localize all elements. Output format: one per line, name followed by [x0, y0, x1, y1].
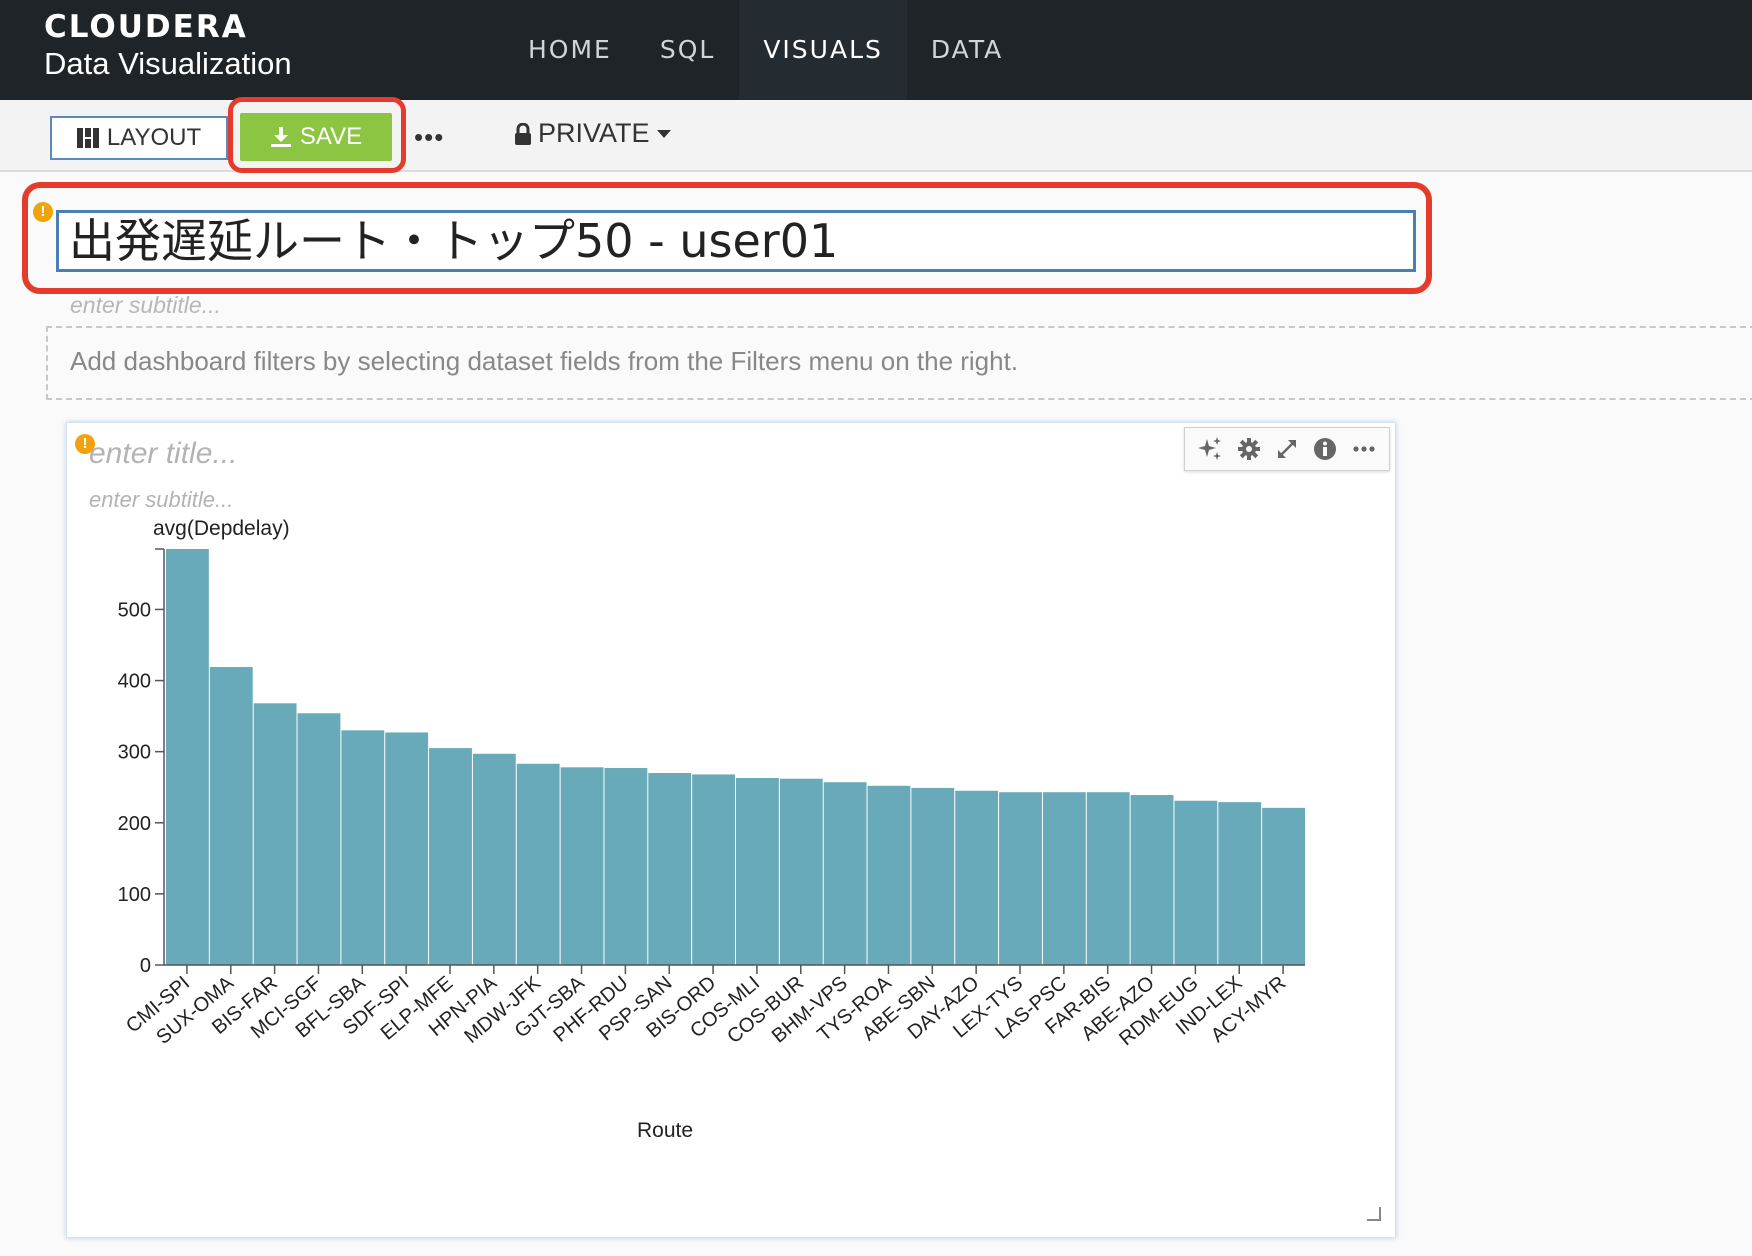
bar-gjt-sba [560, 767, 604, 965]
bar-bhm-vps [823, 782, 867, 965]
bar-lex-tys [999, 792, 1042, 965]
title-highlight-annotation [22, 182, 1432, 294]
sparkle-icon[interactable] [1196, 435, 1224, 463]
y-axis-label: avg(Depdelay) [153, 517, 290, 540]
bar-tys-roa [867, 785, 911, 965]
bar-mdw-jfk [516, 763, 560, 965]
bar-rdm-eug [1174, 800, 1218, 965]
bar-cos-bur [779, 778, 823, 965]
bar-acy-myr [1262, 807, 1305, 965]
product-name: Data Visualization [44, 46, 292, 81]
layout-button-label: LAYOUT [106, 124, 202, 151]
bar-las-psc [1042, 792, 1086, 965]
bar-phf-rdu [604, 768, 648, 965]
lock-icon [515, 122, 531, 145]
caret-down-icon [656, 129, 671, 138]
bar-bfl-sba [341, 730, 385, 965]
gear-icon[interactable] [1235, 435, 1263, 463]
bar-bis-ord [692, 774, 735, 965]
bar-abe-sbn [911, 787, 955, 965]
y-tick-label: 100 [118, 884, 151, 906]
save-highlight-annotation [228, 97, 406, 173]
y-tick-label: 400 [118, 671, 151, 693]
layout-button[interactable]: LAYOUT [50, 116, 228, 160]
resize-handle[interactable] [1367, 1207, 1381, 1221]
tab-data[interactable]: DATA [907, 0, 1027, 100]
bar-sux-oma [209, 667, 253, 965]
dashboard-subtitle-input[interactable]: enter subtitle... [70, 292, 221, 319]
filters-drop-zone[interactable]: Add dashboard filters by selecting datas… [46, 326, 1752, 400]
bar-far-bis [1086, 792, 1130, 965]
brand[interactable]: CLOUDERA Data Visualization [44, 10, 292, 82]
bar-ind-lex [1218, 802, 1262, 965]
bar-cmi-spi [166, 549, 209, 965]
bar-sdf-spi [385, 732, 429, 965]
y-tick-label: 200 [118, 813, 151, 835]
bar-elp-mfe [429, 748, 472, 965]
x-axis-label: Route [637, 1119, 693, 1142]
top-nav-bar: CLOUDERA Data Visualization HOME SQL VIS… [0, 0, 1752, 106]
layout-icon [76, 128, 99, 148]
tab-home[interactable]: HOME [504, 0, 636, 100]
tab-sql[interactable]: SQL [636, 0, 739, 100]
bar-cos-mli [736, 777, 779, 965]
visual-toolbar [1184, 427, 1390, 471]
y-tick-label: 500 [118, 599, 151, 621]
toolbar-more-button[interactable]: ••• [414, 122, 444, 153]
expand-icon[interactable] [1273, 435, 1301, 463]
visual-card[interactable]: ! enter title... enter subtitle... avg(D… [66, 422, 1396, 1238]
main-nav: HOME SQL VISUALS DATA [504, 0, 1027, 106]
y-tick-label: 0 [140, 955, 151, 977]
bar-bis-far [253, 703, 297, 965]
y-tick-label: 300 [118, 742, 151, 764]
bar-psp-san [648, 773, 692, 965]
tab-visuals[interactable]: VISUALS [739, 0, 907, 106]
bar-hpn-pia [472, 753, 516, 965]
more-icon[interactable] [1350, 435, 1378, 463]
cloudera-logo: CLOUDERA [44, 9, 248, 45]
privacy-label: PRIVATE [538, 118, 650, 148]
filters-hint: Add dashboard filters by selecting datas… [70, 346, 1019, 376]
bar-day-azo [955, 790, 999, 965]
visual-title-input[interactable]: enter title... [89, 437, 237, 471]
bar-chart: avg(Depdelay)0100200300400500CMI-SPISUX-… [118, 517, 1305, 1142]
privacy-dropdown[interactable]: PRIVATE [514, 118, 672, 149]
info-icon[interactable] [1311, 435, 1339, 463]
bar-mci-sgf [297, 713, 341, 965]
bar-abe-azo [1130, 795, 1174, 965]
